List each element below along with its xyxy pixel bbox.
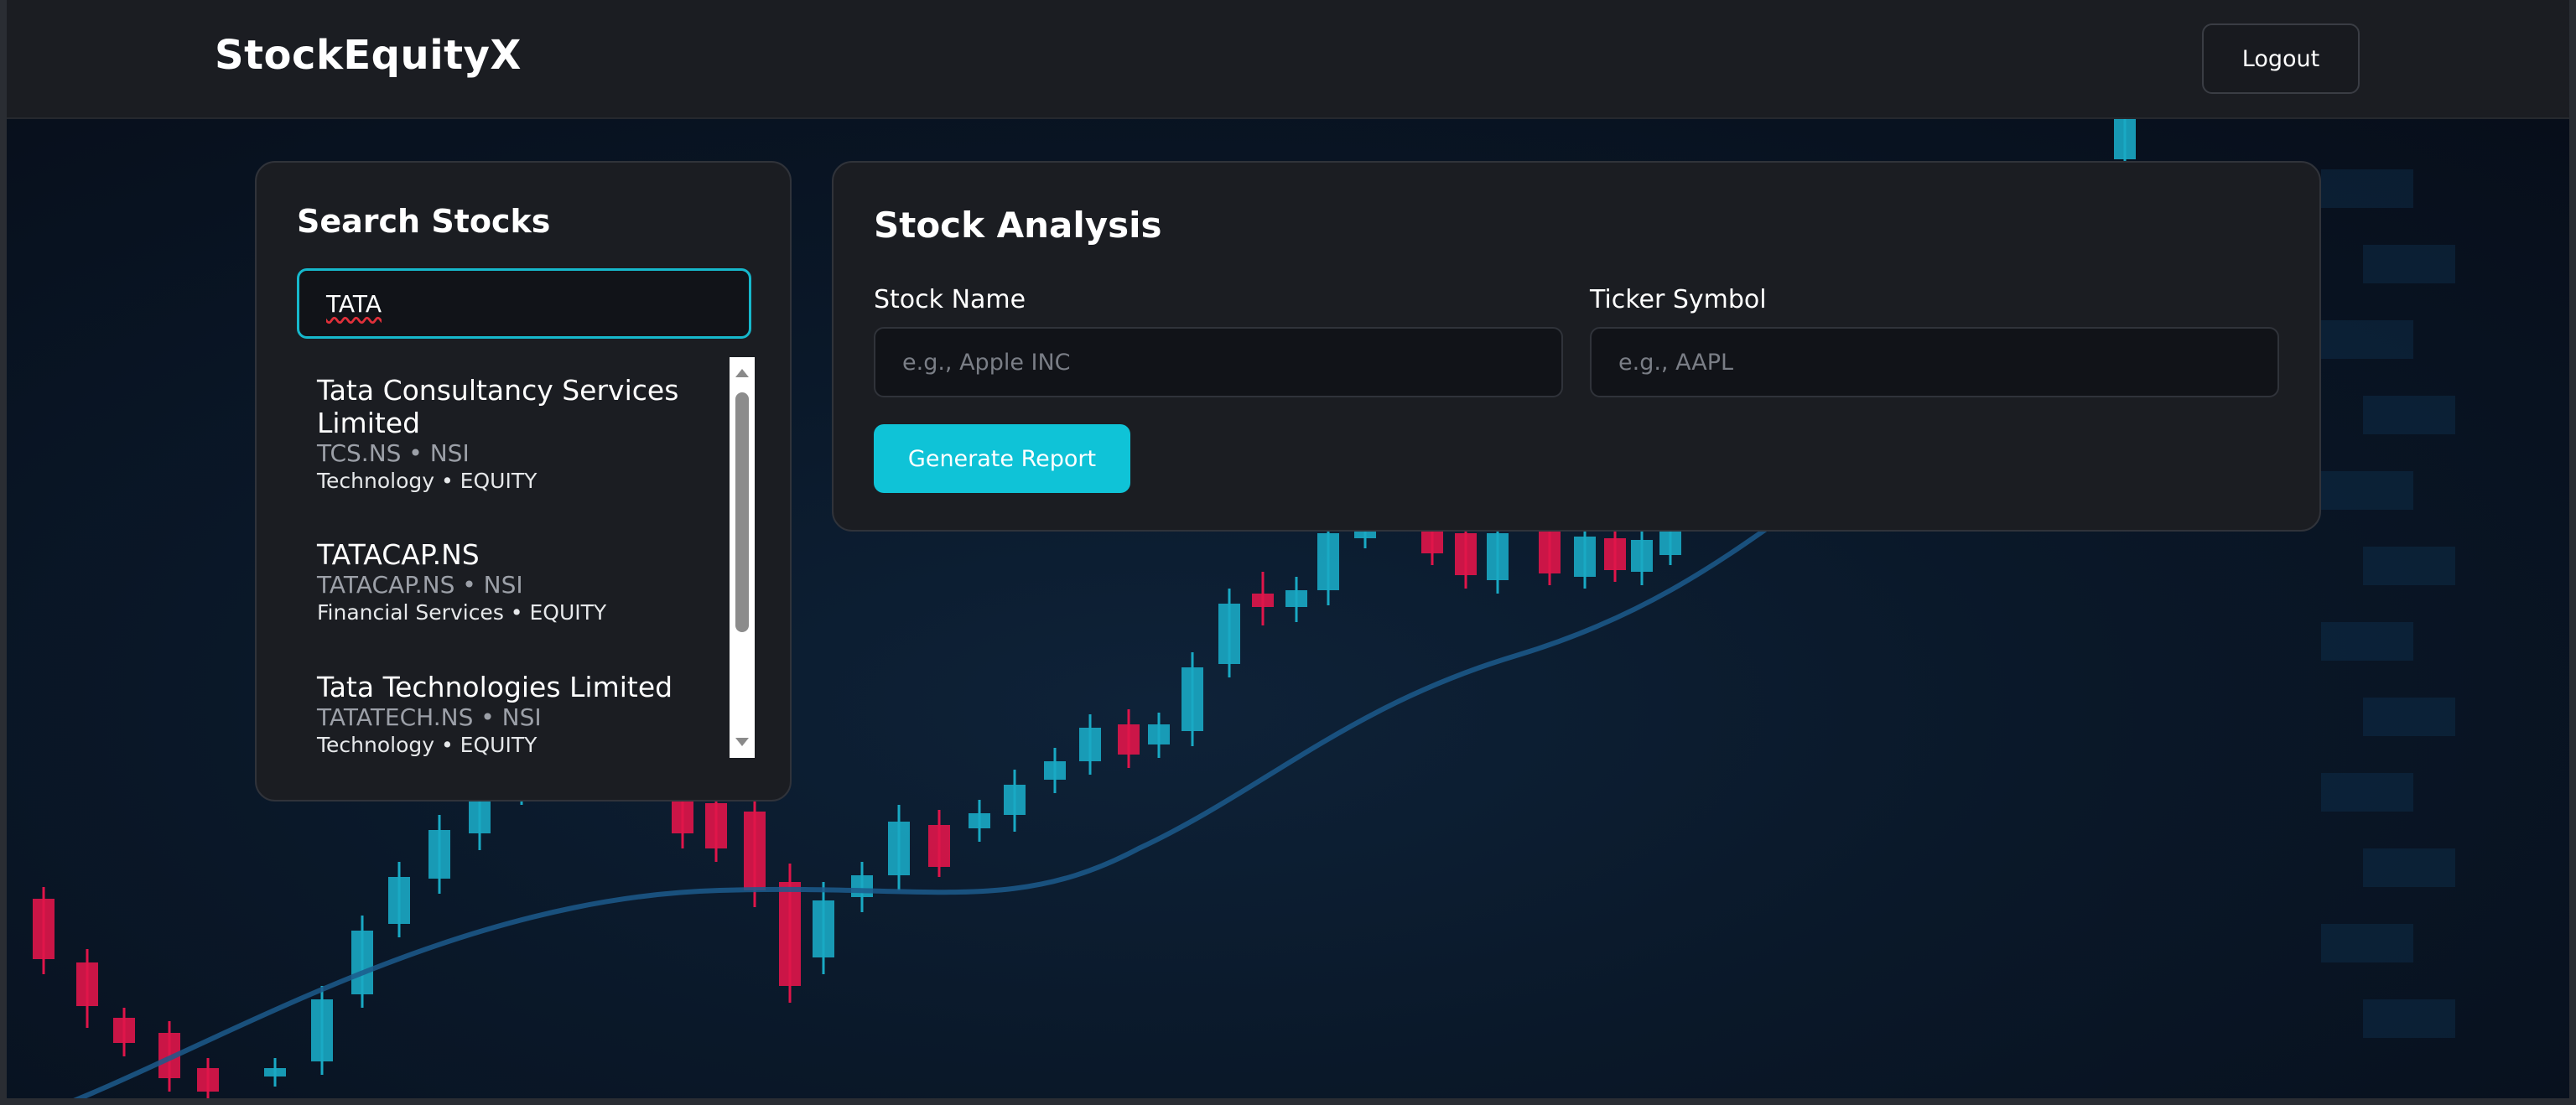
window-frame-bottom bbox=[0, 1098, 2576, 1105]
background-blur-block bbox=[2363, 396, 2455, 434]
result-ticker-exchange: TCS.NS • NSI bbox=[317, 439, 470, 467]
candle-body bbox=[888, 822, 910, 875]
window-frame-left bbox=[0, 0, 7, 1105]
window-frame-right bbox=[2569, 0, 2576, 1105]
background-blur-block bbox=[2363, 547, 2455, 585]
candle-body bbox=[264, 1068, 286, 1076]
candle-body bbox=[1218, 604, 1240, 664]
candle-body bbox=[1118, 724, 1140, 755]
candle-body bbox=[1252, 594, 1274, 607]
candle-body bbox=[1148, 724, 1170, 744]
candle-body bbox=[113, 1018, 135, 1043]
scrollbar-thumb[interactable] bbox=[735, 392, 749, 632]
list-item[interactable]: Tata Technologies Limited TATATECH.NS • … bbox=[317, 671, 711, 758]
generate-report-button[interactable]: Generate Report bbox=[874, 424, 1130, 493]
background-blur-block bbox=[2363, 848, 2455, 887]
candle-body bbox=[1539, 532, 1561, 573]
candle-body bbox=[1004, 785, 1026, 815]
result-company-name: Tata Consultancy Services Limited bbox=[317, 374, 679, 439]
background-blur-block bbox=[2321, 471, 2413, 510]
candle-body bbox=[1182, 667, 1203, 731]
candle-body bbox=[76, 962, 98, 1006]
candle-body bbox=[1455, 533, 1477, 575]
results-scrollbar[interactable] bbox=[730, 357, 755, 758]
candle-body bbox=[311, 999, 333, 1061]
candle-body bbox=[744, 812, 766, 890]
candle-body bbox=[813, 900, 834, 957]
search-panel-title: Search Stocks bbox=[297, 203, 551, 240]
candle-body bbox=[1285, 590, 1307, 607]
ticker-symbol-field[interactable] bbox=[1590, 327, 2279, 397]
result-company-name: Tata Technologies Limited bbox=[317, 671, 673, 703]
scroll-down-arrow-icon[interactable] bbox=[735, 738, 749, 746]
brand-logo-text[interactable]: StockEquityX bbox=[215, 32, 522, 79]
background-blur-block bbox=[2321, 773, 2413, 812]
candle-body bbox=[779, 882, 801, 986]
scroll-up-arrow-icon[interactable] bbox=[735, 369, 749, 377]
stock-name-field[interactable] bbox=[874, 327, 1563, 397]
search-query-text: TATA bbox=[326, 289, 382, 318]
candle-body bbox=[1317, 533, 1339, 590]
candle-body bbox=[388, 877, 410, 924]
ticker-symbol-label: Ticker Symbol bbox=[1590, 285, 1767, 314]
analysis-panel-title: Stock Analysis bbox=[874, 205, 1162, 246]
candle-body bbox=[705, 803, 727, 848]
background-blur-block bbox=[2321, 169, 2413, 208]
background-blur-block bbox=[2321, 320, 2413, 359]
candle-body bbox=[351, 931, 373, 994]
candle-body bbox=[2114, 119, 2136, 159]
background-blur-block bbox=[2363, 245, 2455, 283]
candle-body bbox=[1631, 540, 1653, 572]
page: StockEquityX Logout Search Stocks TATA T… bbox=[0, 0, 2576, 1105]
stock-name-label: Stock Name bbox=[874, 285, 1026, 314]
candle-body bbox=[428, 830, 450, 879]
result-ticker-exchange: TATATECH.NS • NSI bbox=[317, 703, 542, 731]
candle-body bbox=[33, 899, 55, 959]
candle-body bbox=[1079, 728, 1101, 761]
search-results-list: Tata Consultancy Services Limited TCS.NS… bbox=[297, 357, 755, 758]
candle-body bbox=[1421, 530, 1443, 553]
candle-body bbox=[969, 813, 990, 828]
result-ticker-exchange: TATACAP.NS • NSI bbox=[317, 571, 523, 599]
background-blur-block bbox=[2363, 999, 2455, 1038]
list-item[interactable]: Tata Consultancy Services Limited TCS.NS… bbox=[317, 374, 711, 495]
candle-body bbox=[928, 825, 950, 867]
background-blur-block bbox=[2363, 698, 2455, 736]
search-stocks-panel: Search Stocks TATA Tata Consultancy Serv… bbox=[255, 161, 792, 802]
candle-body bbox=[1574, 537, 1596, 577]
candle-body bbox=[1659, 528, 1681, 555]
candle-body bbox=[1487, 533, 1509, 580]
top-header: StockEquityX Logout bbox=[7, 0, 2569, 119]
result-sector-type: Financial Services • EQUITY bbox=[317, 600, 607, 625]
candle-body bbox=[851, 875, 873, 897]
search-input[interactable]: TATA bbox=[297, 268, 751, 339]
candle-body bbox=[197, 1068, 219, 1092]
list-item[interactable]: TATACAP.NS TATACAP.NS • NSI Financial Se… bbox=[317, 538, 711, 626]
stock-analysis-panel: Stock Analysis Stock Name Ticker Symbol … bbox=[832, 161, 2321, 532]
result-sector-type: Technology • EQUITY bbox=[317, 469, 538, 493]
candle-body bbox=[1604, 538, 1626, 570]
background-blur-block bbox=[2321, 924, 2413, 962]
background-blur-block bbox=[2321, 622, 2413, 661]
candle-body bbox=[1044, 761, 1066, 780]
logout-button[interactable]: Logout bbox=[2202, 23, 2360, 94]
result-company-name: TATACAP.NS bbox=[317, 538, 480, 571]
result-sector-type: Technology • EQUITY bbox=[317, 733, 538, 757]
